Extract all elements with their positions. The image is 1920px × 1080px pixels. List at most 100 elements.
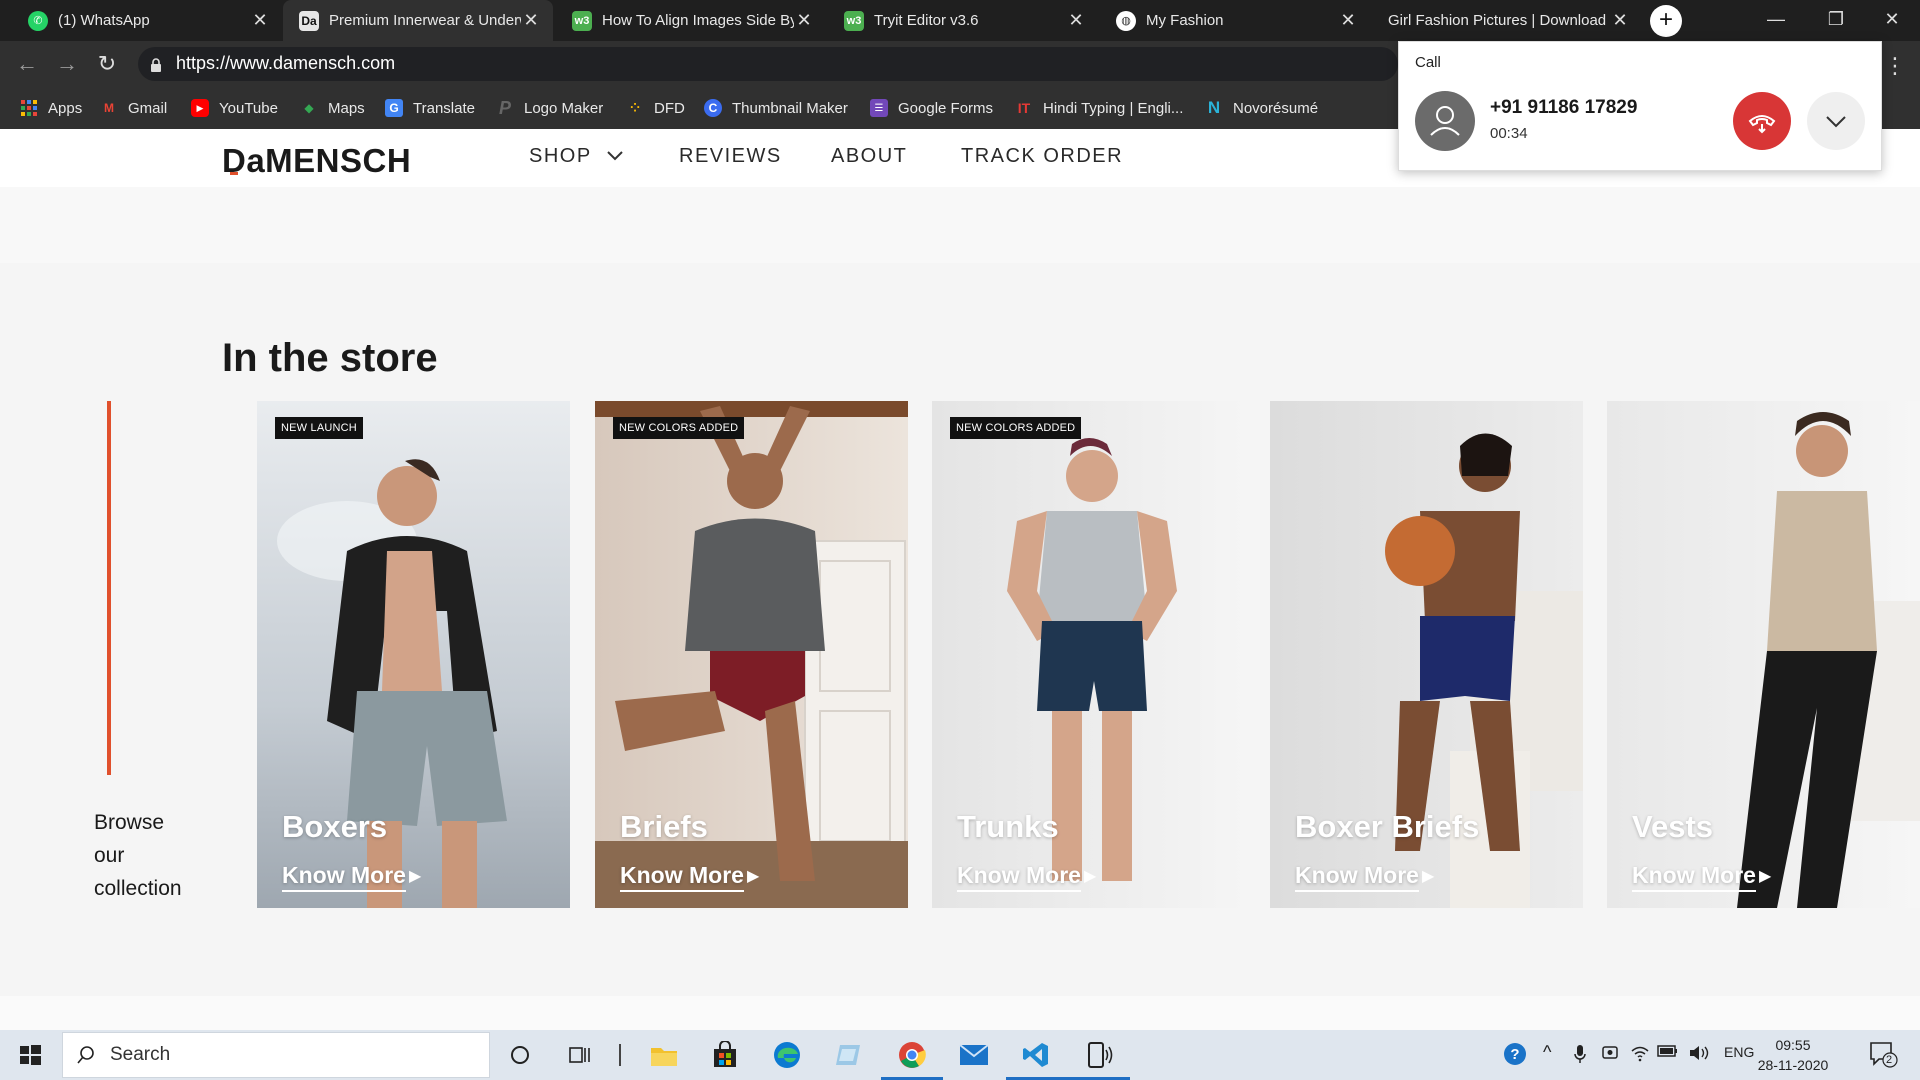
close-icon[interactable]: ✕ bbox=[1610, 10, 1630, 31]
bookmark-label: Gmail bbox=[128, 99, 168, 117]
start-button[interactable] bbox=[0, 1030, 60, 1080]
tab-align-images[interactable]: w3 How To Align Images Side By Side ✕ bbox=[556, 0, 826, 41]
novoresume-icon: N bbox=[1207, 98, 1221, 117]
microphone-icon[interactable] bbox=[1573, 1044, 1587, 1067]
logo-text: DaMENSCH bbox=[222, 142, 412, 179]
close-window-icon[interactable]: ✕ bbox=[1862, 0, 1920, 41]
volume-icon[interactable] bbox=[1688, 1044, 1710, 1065]
bookmark-youtube[interactable]: ▶ YouTube bbox=[191, 87, 278, 129]
tab-girl-fashion[interactable]: Girl Fashion Pictures | Download ✕ bbox=[1372, 0, 1642, 41]
file-explorer-icon[interactable] bbox=[647, 1038, 681, 1072]
close-icon[interactable]: ✕ bbox=[1338, 10, 1358, 31]
language-indicator[interactable]: ENG bbox=[1724, 1044, 1754, 1060]
windows-logo-icon bbox=[20, 1045, 41, 1065]
nav-track-order[interactable]: TRACK ORDER bbox=[961, 145, 1123, 168]
know-more-link[interactable]: Know More bbox=[620, 862, 744, 892]
webcam-icon[interactable] bbox=[1601, 1044, 1619, 1065]
footer-strip bbox=[0, 996, 1920, 1030]
your-phone-icon[interactable] bbox=[1081, 1038, 1115, 1072]
tab-damensch[interactable]: Da Premium Innerwear & Underwear ✕ bbox=[283, 0, 553, 41]
youtube-icon: ▶ bbox=[191, 99, 209, 117]
play-arrow-icon: ▶ bbox=[1084, 868, 1097, 885]
minimize-icon[interactable]: — bbox=[1746, 0, 1806, 41]
notifications-icon[interactable]: 2 bbox=[1868, 1040, 1898, 1071]
call-duration: 00:34 bbox=[1490, 125, 1528, 142]
product-card-boxers[interactable]: NEW LAUNCH Boxers Know More ▶ bbox=[257, 401, 570, 908]
expand-call-button[interactable] bbox=[1807, 92, 1865, 150]
bookmark-maps[interactable]: ◆ Maps bbox=[300, 87, 364, 129]
know-more-link[interactable]: Know More bbox=[1295, 862, 1419, 892]
close-icon[interactable]: ✕ bbox=[1066, 10, 1086, 31]
nav-about[interactable]: ABOUT bbox=[831, 145, 907, 168]
hang-up-button[interactable] bbox=[1733, 92, 1791, 150]
chevron-up-icon[interactable]: ^ bbox=[1543, 1042, 1551, 1063]
tab-title: Tryit Editor v3.6 bbox=[874, 12, 979, 29]
system-clock[interactable]: 09:55 28-11-2020 bbox=[1754, 1035, 1832, 1075]
tab-strip: ✆ (1) WhatsApp ✕ Da Premium Innerwear & … bbox=[0, 0, 1920, 41]
nav-shop[interactable]: SHOP bbox=[529, 145, 624, 168]
product-card-boxer-briefs[interactable]: Boxer Briefs Know More ▶ bbox=[1270, 401, 1583, 908]
bookmark-google-forms[interactable]: ☰ Google Forms bbox=[870, 87, 993, 129]
bookmark-label: Hindi Typing | Engli... bbox=[1043, 99, 1184, 117]
browse-collection-text: Browse our collection bbox=[94, 806, 204, 905]
product-card-trunks[interactable]: NEW COLORS ADDED Trunks Know More ▶ bbox=[932, 401, 1245, 908]
url-text[interactable]: https://www.damensch.com bbox=[176, 53, 395, 74]
back-icon[interactable]: ← bbox=[12, 49, 42, 79]
card-title: Boxer Briefs bbox=[1295, 809, 1480, 844]
close-icon[interactable]: ✕ bbox=[794, 10, 814, 31]
bookmark-gmail[interactable]: M Gmail bbox=[100, 87, 167, 129]
tryit-icon: w3 bbox=[572, 10, 592, 31]
bookmark-label: Novorésumé bbox=[1233, 99, 1319, 117]
know-more-link[interactable]: Know More bbox=[282, 862, 406, 892]
bookmark-thumbnail-maker[interactable]: C Thumbnail Maker bbox=[704, 87, 848, 129]
forward-icon[interactable]: → bbox=[52, 49, 82, 79]
know-more-link[interactable]: Know More bbox=[1632, 862, 1756, 892]
vscode-icon[interactable] bbox=[1019, 1038, 1053, 1072]
card-title: Boxers bbox=[282, 809, 388, 844]
product-card-briefs[interactable]: NEW COLORS ADDED Briefs Know More ▶ bbox=[595, 401, 908, 908]
person-icon bbox=[1430, 106, 1460, 136]
bookmark-label: Apps bbox=[48, 99, 83, 117]
nav-reviews[interactable]: REVIEWS bbox=[679, 145, 782, 168]
tab-title: Premium Innerwear & Underwear bbox=[329, 12, 521, 29]
wifi-icon[interactable] bbox=[1630, 1044, 1650, 1065]
search-placeholder[interactable]: Search bbox=[110, 1044, 170, 1066]
bookmark-translate[interactable]: G Translate bbox=[385, 87, 475, 129]
photos-icon[interactable] bbox=[832, 1038, 866, 1072]
store-icon[interactable] bbox=[708, 1038, 742, 1072]
card-title: Trunks bbox=[957, 809, 1059, 844]
tab-title: How To Align Images Side By Side bbox=[602, 12, 794, 29]
tab-tryit-editor[interactable]: w3 Tryit Editor v3.6 ✕ bbox=[828, 0, 1098, 41]
new-tab-button[interactable]: + bbox=[1650, 5, 1682, 37]
google-forms-icon: ☰ bbox=[870, 99, 888, 117]
task-view-icon[interactable] bbox=[563, 1038, 597, 1072]
dfd-icon: ⁘ bbox=[629, 101, 641, 115]
chrome-icon[interactable] bbox=[895, 1038, 929, 1072]
badge-new-launch: NEW LAUNCH bbox=[275, 417, 363, 439]
mail-icon[interactable] bbox=[957, 1038, 991, 1072]
bookmark-logo-maker[interactable]: P Logo Maker bbox=[496, 87, 603, 129]
bookmark-hindi-typing[interactable]: IT Hindi Typing | Engli... bbox=[1015, 87, 1184, 129]
know-more-link[interactable]: Know More bbox=[957, 862, 1081, 892]
bookmark-label: YouTube bbox=[219, 99, 278, 117]
edge-icon[interactable] bbox=[770, 1038, 804, 1072]
section-title: In the store bbox=[222, 336, 438, 380]
cortana-icon[interactable] bbox=[503, 1038, 537, 1072]
reload-icon[interactable]: ↻ bbox=[92, 49, 122, 79]
bookmark-dfd[interactable]: ⁘ DFD bbox=[626, 87, 685, 129]
logo-maker-icon: P bbox=[498, 97, 511, 118]
restore-icon[interactable]: ❐ bbox=[1806, 0, 1866, 41]
battery-icon[interactable] bbox=[1657, 1044, 1679, 1061]
bookmark-novoresume[interactable]: N Novorésumé bbox=[1205, 87, 1318, 129]
tab-whatsapp[interactable]: ✆ (1) WhatsApp ✕ bbox=[12, 0, 282, 41]
product-card-vests[interactable]: Vests Know More ▶ bbox=[1607, 401, 1920, 908]
menu-kebab-icon[interactable]: ⋮ bbox=[1884, 53, 1906, 79]
close-icon[interactable]: ✕ bbox=[250, 10, 270, 31]
translate-icon: G bbox=[385, 99, 403, 117]
badge-new-colors: NEW COLORS ADDED bbox=[613, 417, 745, 439]
close-icon[interactable]: ✕ bbox=[521, 10, 541, 31]
tab-my-fashion[interactable]: ◍ My Fashion ✕ bbox=[1100, 0, 1370, 41]
help-icon[interactable]: ? bbox=[1502, 1041, 1528, 1070]
site-logo[interactable]: DaMENSCH bbox=[222, 142, 411, 180]
bookmark-apps[interactable]: Apps bbox=[20, 87, 82, 129]
